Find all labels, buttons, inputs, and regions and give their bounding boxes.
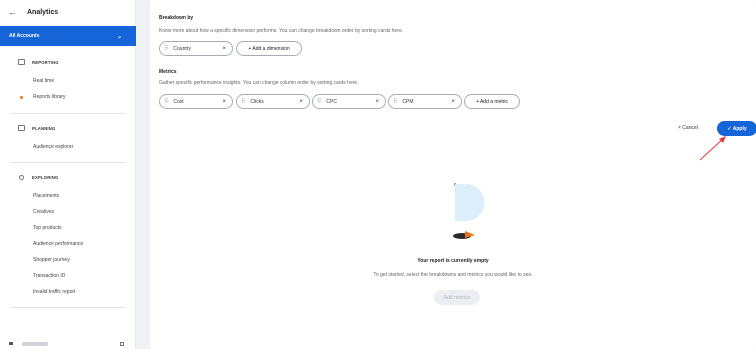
planning-icon	[18, 125, 25, 131]
metric-chip-label: Clicks	[250, 98, 264, 105]
dimension-chip-label: Country	[173, 45, 191, 52]
metric-chip-cpm[interactable]: ⠿ CPM ×	[388, 94, 462, 109]
close-icon[interactable]: ×	[222, 99, 226, 105]
drag-handle-icon[interactable]: ⠿	[241, 98, 246, 105]
sidebar-header: ← Analytics	[0, 0, 135, 24]
reporting-icon	[18, 59, 25, 65]
metric-chip-label: CPC	[326, 98, 337, 105]
divider	[10, 113, 126, 114]
empty-state-title: Your report is currently empty	[417, 258, 489, 264]
add-dimension-button[interactable]: + Add a dimension	[236, 41, 302, 56]
user-profile[interactable]	[0, 338, 136, 349]
blurred-username	[22, 341, 48, 346]
breakdown-title: Breakdown by	[159, 15, 194, 21]
sidebar: ← Analytics All Accounts ⌄ REPORTING Rea…	[0, 0, 136, 349]
planning-section: PLANNING Audience explorer	[0, 123, 136, 155]
divider	[10, 307, 126, 308]
drag-handle-icon[interactable]: ⠿	[393, 98, 398, 105]
sidebar-item-top-products[interactable]: Top products	[0, 220, 136, 236]
sidebar-item-transaction-id[interactable]: Transaction ID	[0, 268, 136, 284]
metric-chip-clicks[interactable]: ⠿ Clicks ×	[236, 94, 310, 109]
apps-grid-icon[interactable]	[120, 341, 124, 346]
section-title-exploring: EXPLORING	[32, 174, 59, 180]
close-icon[interactable]: ×	[222, 46, 226, 52]
empty-report-illustration	[453, 183, 485, 239]
close-icon[interactable]: ×	[451, 99, 455, 105]
profile-icon	[9, 342, 13, 345]
sidebar-item-reports-library[interactable]: Reports library	[0, 89, 136, 105]
close-icon[interactable]: ×	[375, 99, 379, 105]
section-title-planning: PLANNING	[32, 125, 56, 131]
add-metrics-button[interactable]: Add metrics	[434, 290, 480, 305]
add-metric-button[interactable]: + Add a metric	[464, 94, 520, 109]
sidebar-item-audience-performance[interactable]: Audience performance	[0, 236, 136, 252]
metric-chip-cpc[interactable]: ⠿ CPC ×	[312, 94, 386, 109]
section-title-reporting: REPORTING	[32, 59, 59, 65]
app-title: Analytics	[27, 8, 59, 16]
chevron-down-icon: ⌄	[116, 33, 122, 40]
close-icon[interactable]: ×	[299, 99, 303, 105]
drag-handle-icon[interactable]: ⠿	[317, 98, 322, 105]
sidebar-item-creatives[interactable]: Creatives	[0, 204, 136, 220]
divider	[10, 162, 126, 163]
metric-chip-label: CPM	[402, 98, 414, 105]
exploring-section: EXPLORING Placements Creatives Top produ…	[0, 172, 136, 300]
account-label: All Accounts	[9, 33, 40, 39]
metrics-title: Metrics	[159, 69, 177, 75]
arrow-left-icon[interactable]: ←	[8, 7, 17, 17]
reporting-section: REPORTING Real time Reports library	[0, 57, 136, 105]
metrics-description: Gather specific performance insights. Yo…	[159, 80, 359, 86]
breakdown-description: Know more about how a specific dimension…	[159, 28, 404, 34]
drag-handle-icon[interactable]: ⠿	[164, 45, 169, 52]
account-selector[interactable]: All Accounts ⌄	[0, 26, 136, 46]
report-builder-panel: Breakdown by Know more about how a speci…	[150, 0, 756, 349]
empty-state-description: To get started, select the breakdowns an…	[373, 272, 533, 278]
sidebar-item-invalid-traffic-report[interactable]: Invalid traffic report	[0, 284, 136, 300]
metric-chip-label: Cost	[173, 98, 184, 105]
metric-chip-cost[interactable]: ⠿ Cost ×	[159, 94, 233, 109]
sidebar-item-audience-explorer[interactable]: Audience explorer	[0, 139, 136, 155]
sidebar-item-shopper-journey[interactable]: Shopper journey	[0, 252, 136, 268]
dimension-chip[interactable]: ⠿ Country ×	[159, 41, 233, 56]
annotation-arrow-icon	[699, 136, 726, 161]
user-icon	[19, 174, 24, 180]
cancel-button[interactable]: × Cancel	[678, 125, 698, 131]
drag-handle-icon[interactable]: ⠿	[164, 98, 169, 105]
sidebar-item-placements[interactable]: Placements	[0, 188, 136, 204]
sidebar-item-real-time[interactable]: Real time	[0, 73, 136, 89]
